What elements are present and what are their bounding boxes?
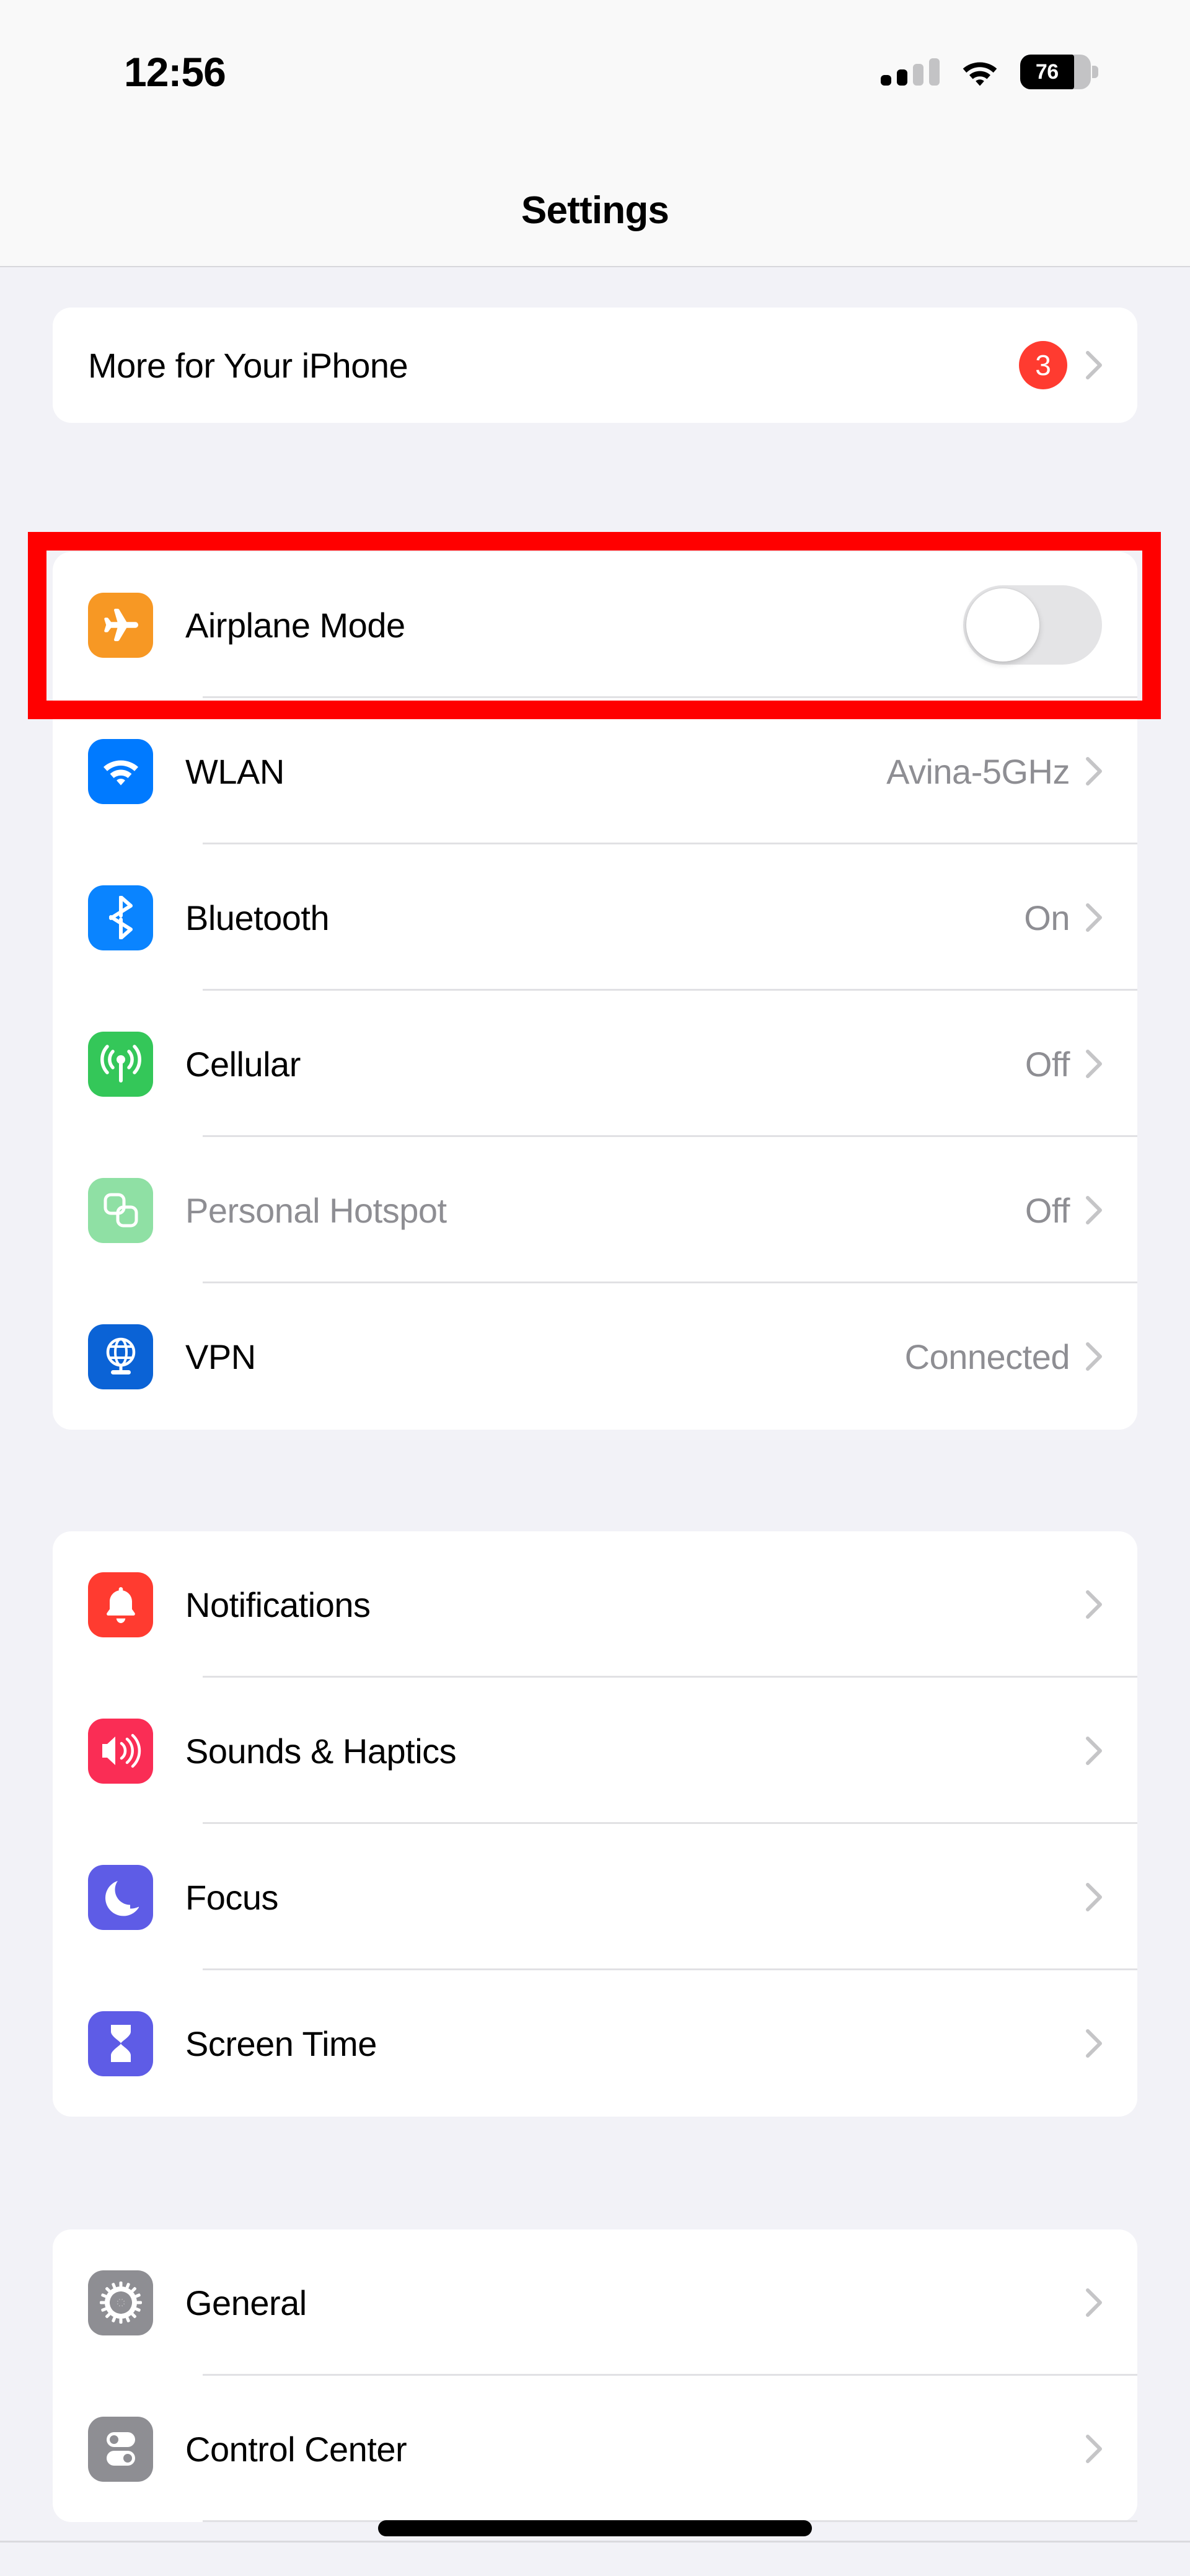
chevron-right-icon: [1086, 1050, 1102, 1078]
chevron-right-icon: [1086, 1883, 1102, 1911]
control-center-icon: [88, 2416, 153, 2482]
row-label: Screen Time: [185, 2024, 377, 2063]
chevron-right-icon: [1086, 1590, 1102, 1619]
settings-row-cellular[interactable]: Cellular Off: [53, 991, 1137, 1137]
bluetooth-icon: [88, 885, 153, 950]
settings-row-screen-time[interactable]: Screen Time: [53, 1970, 1137, 2117]
airplane-mode-toggle[interactable]: [963, 585, 1102, 665]
chevron-right-icon: [1086, 351, 1102, 379]
chevron-right-icon: [1086, 757, 1102, 786]
row-label: Bluetooth: [185, 898, 330, 937]
row-value: Off: [1025, 1190, 1070, 1230]
row-label: Control Center: [185, 2429, 407, 2469]
home-indicator-separator: [0, 2541, 1190, 2543]
settings-group-connectivity: Airplane Mode WLAN Avina-5GHz Bluetooth: [53, 552, 1137, 1430]
row-label: General: [185, 2283, 307, 2322]
settings-row-control-center[interactable]: Control Center: [53, 2376, 1137, 2522]
chevron-right-icon: [1086, 1342, 1102, 1371]
settings-group-promo: More for Your iPhone 3: [53, 308, 1137, 423]
chevron-right-icon: [1086, 2029, 1102, 2058]
row-label: Notifications: [185, 1585, 371, 1624]
status-bar: 12:56 76: [0, 0, 1190, 110]
cellular-antenna-icon: [88, 1031, 153, 1097]
settings-row-bluetooth[interactable]: Bluetooth On: [53, 844, 1137, 991]
chevron-right-icon: [1086, 2435, 1102, 2463]
wifi-icon: [963, 62, 997, 86]
row-label: More for Your iPhone: [88, 345, 408, 385]
chevron-right-icon: [1086, 2288, 1102, 2317]
status-bar-time: 12:56: [124, 49, 226, 95]
hourglass-icon: [88, 2011, 153, 2076]
settings-row-airplane-mode[interactable]: Airplane Mode: [53, 552, 1137, 698]
home-indicator[interactable]: [378, 2520, 812, 2536]
row-label: Cellular: [185, 1044, 301, 1084]
battery-percent: 76: [1035, 60, 1059, 84]
settings-row-personal-hotspot[interactable]: Personal Hotspot Off: [53, 1137, 1137, 1283]
battery-icon: 76: [1020, 55, 1098, 89]
settings-row-notifications[interactable]: Notifications: [53, 1531, 1137, 1678]
bell-icon: [88, 1572, 153, 1637]
settings-group-system: General Control Center: [53, 2229, 1137, 2522]
row-label: VPN: [185, 1337, 256, 1376]
airplane-icon: [88, 592, 153, 658]
row-label: Sounds & Haptics: [185, 1731, 457, 1771]
row-label: Focus: [185, 1877, 279, 1917]
row-label: Airplane Mode: [185, 605, 405, 645]
settings-row-wlan[interactable]: WLAN Avina-5GHz: [53, 698, 1137, 844]
settings-row-vpn[interactable]: VPN Connected: [53, 1283, 1137, 1430]
status-bar-indicators: 76: [881, 55, 1098, 89]
vpn-globe-icon: [88, 1324, 153, 1389]
settings-group-alerts: Notifications Sounds & Haptics Focus Scr…: [53, 1531, 1137, 2117]
chevron-right-icon: [1086, 1196, 1102, 1224]
row-label: WLAN: [185, 751, 284, 791]
settings-row-more-for-your-iphone[interactable]: More for Your iPhone 3: [53, 308, 1137, 423]
moon-icon: [88, 1864, 153, 1930]
wifi-icon: [88, 738, 153, 804]
personal-hotspot-icon: [88, 1177, 153, 1243]
row-value: Off: [1025, 1044, 1070, 1084]
row-label: Personal Hotspot: [185, 1190, 447, 1230]
speaker-waves-icon: [88, 1718, 153, 1784]
navigation-bar: Settings: [0, 110, 1190, 267]
chevron-right-icon: [1086, 1737, 1102, 1765]
row-value: Avina-5GHz: [886, 751, 1070, 791]
settings-row-general[interactable]: General: [53, 2229, 1137, 2376]
status-badge: 3: [1019, 341, 1067, 389]
row-value: On: [1024, 898, 1070, 937]
settings-row-sounds-haptics[interactable]: Sounds & Haptics: [53, 1678, 1137, 1824]
toggle-knob: [966, 588, 1039, 662]
settings-row-focus[interactable]: Focus: [53, 1824, 1137, 1970]
page-title: Settings: [521, 189, 669, 232]
gear-icon: [88, 2270, 153, 2335]
row-value: Connected: [904, 1337, 1070, 1376]
chevron-right-icon: [1086, 903, 1102, 932]
cellular-signal-icon: [881, 58, 940, 86]
